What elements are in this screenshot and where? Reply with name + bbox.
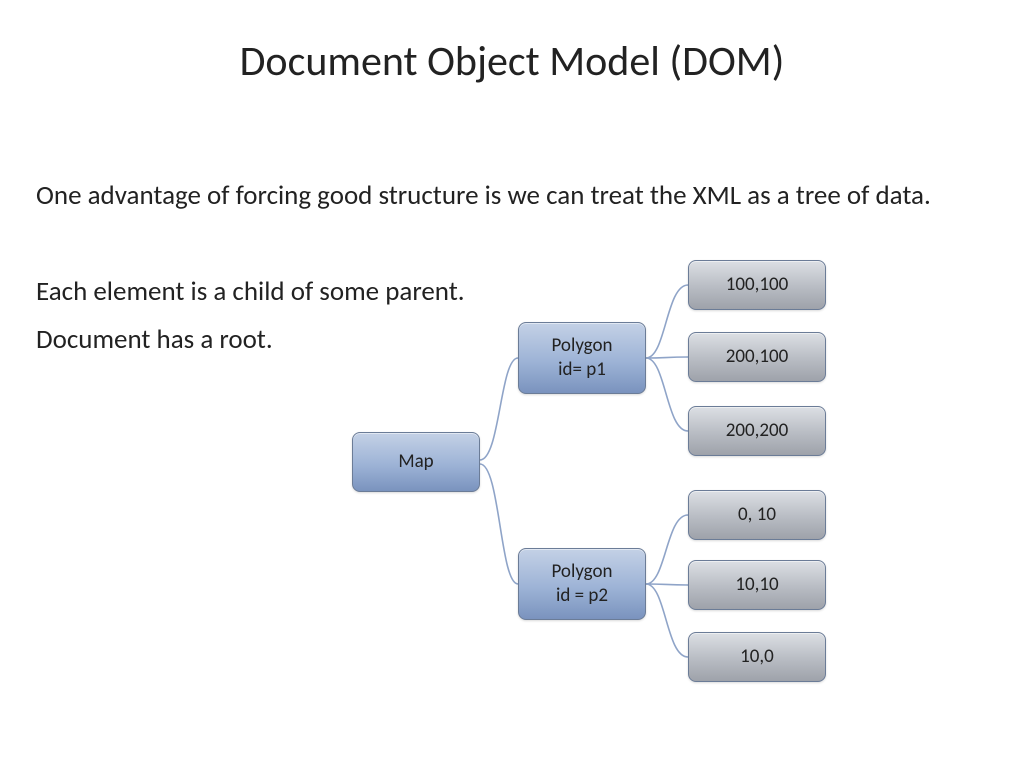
leaf-label: 200,200: [726, 419, 789, 443]
body-paragraph-3: Document has a root.: [36, 322, 273, 357]
node-label-line1: Polygon: [552, 334, 613, 358]
leaf-label: 10,0: [740, 645, 774, 669]
tree-leaf-200-200: 200,200: [688, 406, 826, 456]
tree-node-polygon-p2: Polygon id = p2: [518, 548, 646, 620]
tree-leaf-10-0: 10,0: [688, 632, 826, 682]
tree-connectors: [0, 0, 1024, 768]
tree-node-polygon-p1: Polygon id= p1: [518, 322, 646, 394]
node-label-line1: Polygon: [552, 560, 613, 584]
tree-leaf-200-100: 200,100: [688, 332, 826, 382]
leaf-label: 0, 10: [738, 503, 776, 527]
leaf-label: 10,10: [735, 573, 778, 597]
node-label-line2: id = p2: [556, 584, 608, 608]
body-paragraph-1: One advantage of forcing good structure …: [36, 178, 931, 213]
leaf-label: 100,100: [726, 273, 789, 297]
leaf-label: 200,100: [726, 345, 789, 369]
node-label-line2: id= p1: [558, 358, 606, 382]
slide-title: Document Object Model (DOM): [0, 36, 1024, 87]
tree-leaf-0-10: 0, 10: [688, 490, 826, 540]
node-label: Map: [398, 450, 433, 474]
tree-node-map: Map: [352, 432, 480, 492]
tree-leaf-100-100: 100,100: [688, 260, 826, 310]
tree-leaf-10-10: 10,10: [688, 560, 826, 610]
body-paragraph-2: Each element is a child of some parent.: [36, 274, 465, 309]
